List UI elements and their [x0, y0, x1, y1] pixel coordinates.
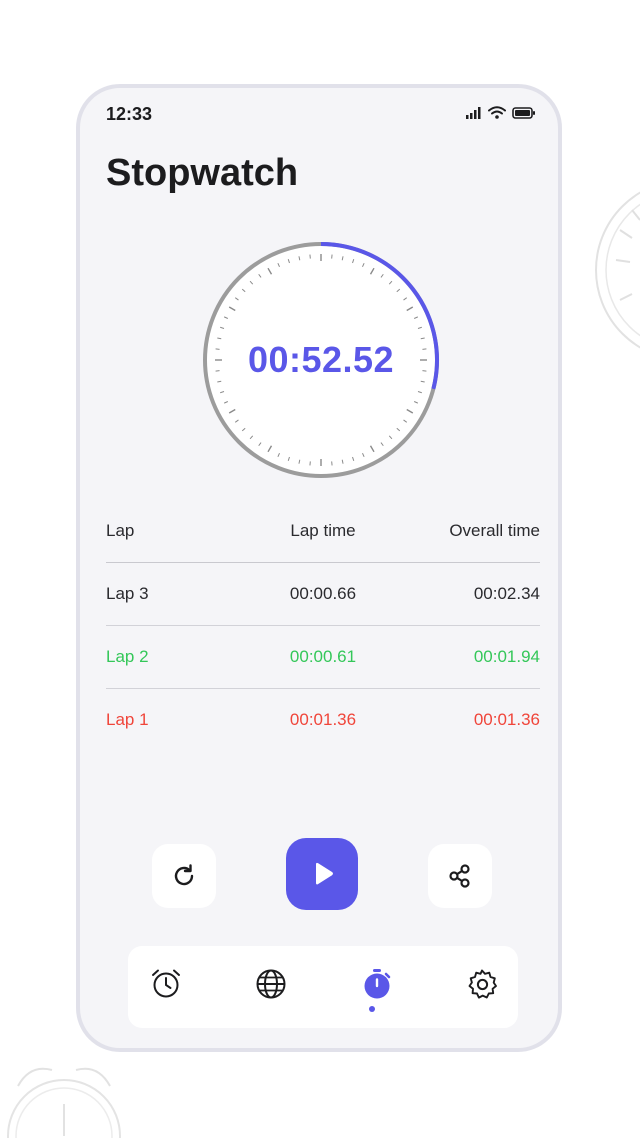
- overall-time: 00:01.36: [473, 710, 540, 729]
- header-lap-time: Lap time: [290, 521, 356, 540]
- lap-time: 00:00.66: [289, 584, 357, 603]
- header-lap: Lap: [106, 521, 135, 540]
- lap-row: Lap 3 00:00.66 00:02.34: [106, 563, 540, 626]
- status-icons: [466, 106, 536, 119]
- lap-row: Lap 1 00:01.36 00:01.36: [106, 689, 540, 751]
- lap-label: Lap 2: [106, 647, 149, 666]
- share-button[interactable]: [428, 844, 492, 908]
- tab-settings[interactable]: [462, 964, 502, 1004]
- play-icon: [316, 862, 333, 885]
- wifi-icon: [488, 106, 506, 119]
- lap-table-header: Lap Lap time Overall time: [106, 500, 540, 563]
- reset-icon: [174, 864, 194, 886]
- globe-icon: [256, 969, 286, 999]
- bottom-tab-bar: [128, 946, 518, 1028]
- reset-button[interactable]: [152, 844, 216, 908]
- battery-icon: [512, 106, 535, 119]
- page-title: Stopwatch: [106, 152, 299, 194]
- overall-time: 00:01.94: [473, 647, 540, 666]
- lap-label: Lap 3: [106, 584, 149, 603]
- controls: [80, 838, 558, 914]
- decorative-clock-sketch-right: [595, 191, 640, 349]
- alarm-clock-icon: [152, 969, 180, 998]
- lap-table: Lap Lap time Overall time Lap 3 00:00.66…: [106, 500, 540, 751]
- tab-alarm[interactable]: [146, 964, 186, 1004]
- overall-time: 00:02.34: [473, 584, 540, 603]
- elapsed-time: 00:52.52: [247, 339, 395, 380]
- lap-label: Lap 1: [106, 710, 149, 729]
- lap-time: 00:00.61: [289, 647, 357, 666]
- lap-time: 00:01.36: [289, 710, 357, 729]
- lap-row: Lap 2 00:00.61 00:01.94: [106, 626, 540, 689]
- decorative-alarm-sketch-bottom: [7, 1067, 121, 1138]
- signal-icon: [466, 106, 481, 119]
- tab-world-clock[interactable]: [251, 964, 291, 1004]
- header-overall-time: Overall time: [449, 521, 540, 540]
- stopwatch-icon: [364, 969, 391, 999]
- settings-gear-icon: [468, 969, 497, 999]
- tab-stopwatch[interactable]: [357, 964, 397, 1004]
- share-icon: [449, 864, 470, 888]
- status-time: 12:33: [106, 104, 153, 124]
- play-button[interactable]: [286, 838, 358, 910]
- phone-frame: 12:33 Stopwatch 00:52.52 Lap Lap time Ov…: [76, 84, 562, 1052]
- active-tab-indicator: [369, 1006, 375, 1012]
